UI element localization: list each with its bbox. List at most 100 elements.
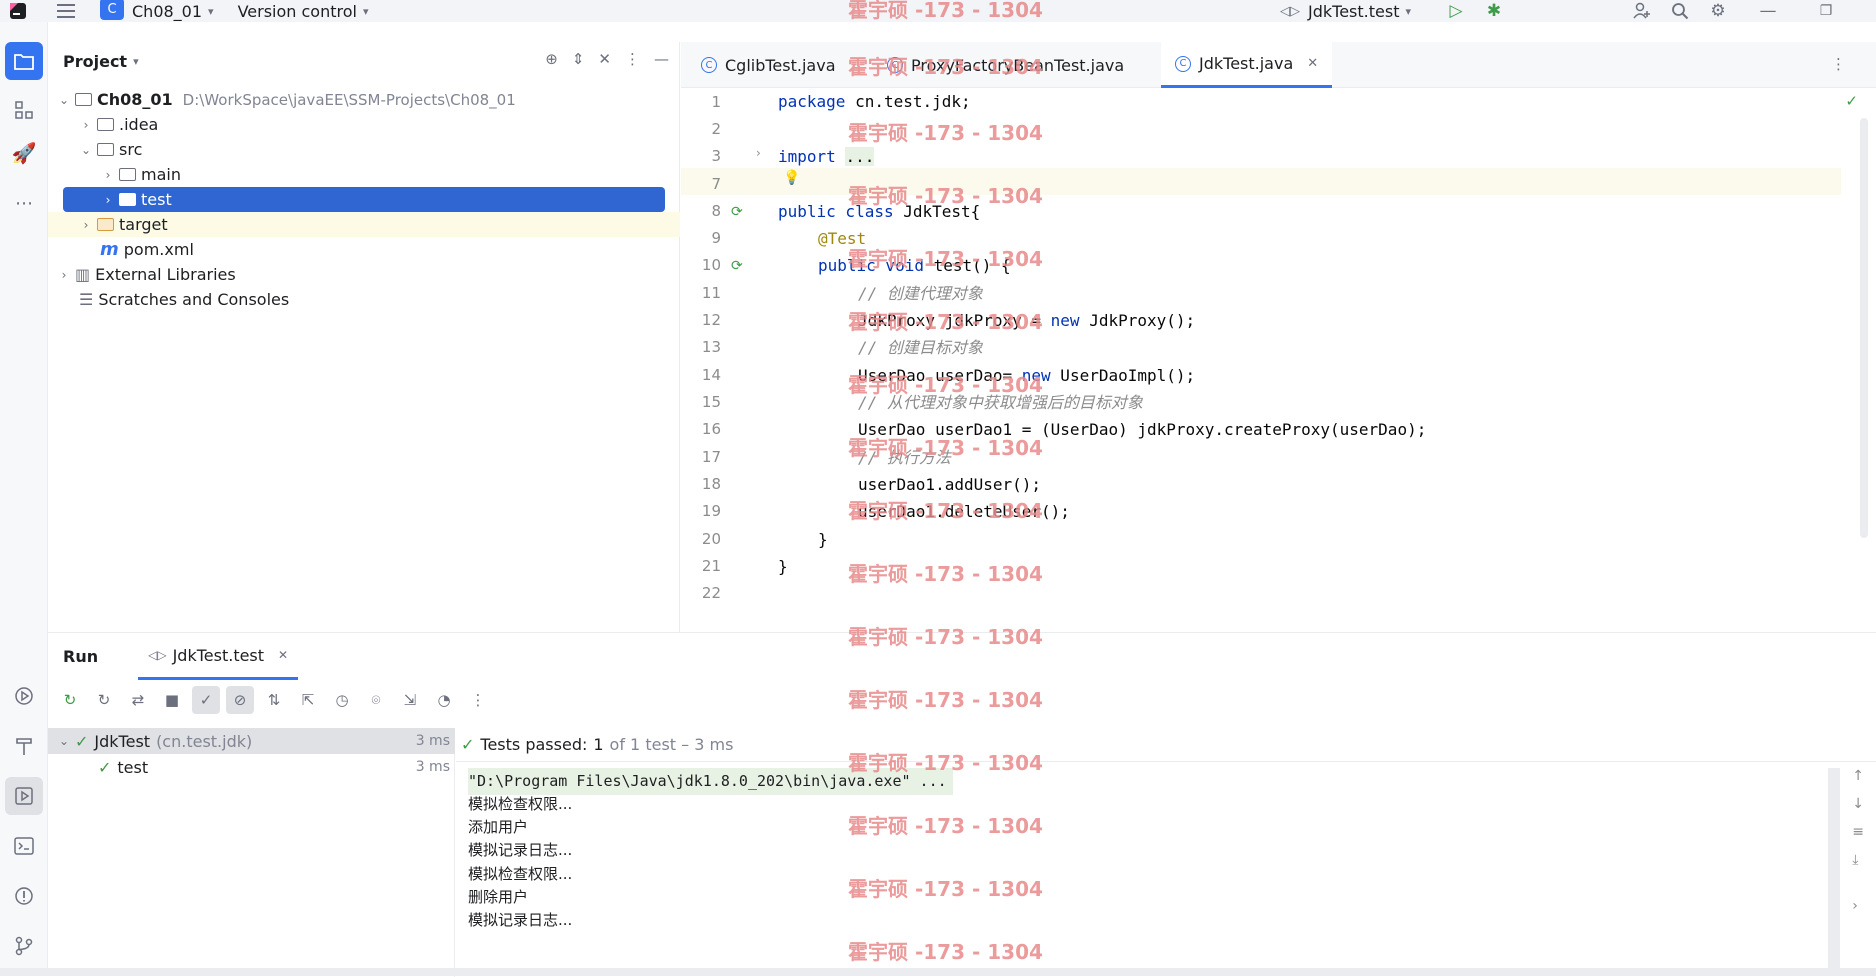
chevron-right-icon[interactable]: › bbox=[97, 168, 119, 182]
rerun-failed-icon[interactable]: ↻ bbox=[90, 686, 118, 714]
jrebel-icon[interactable]: 🚀 bbox=[5, 134, 43, 172]
screenshot-camera-icon[interactable]: ⌾ bbox=[362, 686, 390, 714]
passed-check-icon: ✓ bbox=[98, 757, 112, 777]
show-passed-icon[interactable]: ✓ bbox=[192, 686, 220, 714]
project-tool-folder-icon[interactable] bbox=[5, 42, 43, 80]
module-folder-icon bbox=[75, 93, 92, 106]
history-clock-icon[interactable]: ◷ bbox=[328, 686, 356, 714]
problems-icon[interactable] bbox=[5, 877, 43, 915]
arrow-down-icon[interactable]: ↓ bbox=[1852, 796, 1864, 812]
add-user-icon[interactable] bbox=[1624, 0, 1660, 22]
tree-item-label: test bbox=[141, 190, 172, 209]
test-results-tree: ⌄ ✓ JdkTest (cn.test.jdk) 3 ms ✓ test 3 … bbox=[48, 728, 455, 977]
editor-scrollbar[interactable] bbox=[1860, 118, 1868, 538]
sort-icon[interactable]: ⇅ bbox=[260, 686, 288, 714]
debug-icon[interactable]: ✱ bbox=[1476, 0, 1512, 22]
console-scrollbar[interactable] bbox=[1828, 768, 1840, 973]
chevron-down-icon[interactable]: ⌄ bbox=[53, 93, 75, 107]
collapse-all-icon[interactable]: ✕ bbox=[598, 50, 611, 68]
project-panel-title[interactable]: Project bbox=[63, 52, 127, 71]
scratches-icon: ☰ bbox=[79, 290, 94, 309]
tree-item-scratches[interactable]: ☰ Scratches and Consoles bbox=[48, 287, 680, 312]
restore-window-icon[interactable]: ❐ bbox=[1808, 0, 1844, 22]
tab-jdktest[interactable]: C JdkTest.java ✕ bbox=[1161, 42, 1333, 88]
chevron-right-icon[interactable]: › bbox=[1852, 898, 1864, 914]
options-icon[interactable]: ⋮ bbox=[625, 50, 640, 68]
services-icon[interactable] bbox=[5, 677, 43, 715]
chevron-right-icon[interactable]: › bbox=[75, 118, 97, 132]
tab-cglibtest[interactable]: C CglibTest.java bbox=[693, 42, 844, 88]
stop-icon[interactable]: ■ bbox=[158, 686, 186, 714]
search-icon[interactable] bbox=[1662, 0, 1698, 22]
tab-options-icon[interactable]: ⋮ bbox=[1831, 55, 1846, 73]
run-test-class-icon[interactable]: ⟳ bbox=[731, 204, 749, 222]
tree-item-pom-xml[interactable]: m pom.xml bbox=[48, 237, 680, 262]
code-line-11: // 创建代理对象 bbox=[858, 284, 983, 303]
main-menu-icon[interactable] bbox=[48, 0, 84, 22]
tree-item-label: pom.xml bbox=[123, 240, 194, 259]
rerun-icon[interactable]: ↻ bbox=[56, 686, 84, 714]
import-tests-icon[interactable]: ⇱ bbox=[294, 686, 322, 714]
test-row-test[interactable]: ✓ test 3 ms bbox=[48, 754, 455, 780]
tree-item-target[interactable]: › target bbox=[48, 212, 680, 237]
app-logo-icon[interactable] bbox=[0, 0, 36, 22]
more-options-icon[interactable]: ⋮ bbox=[464, 686, 492, 714]
git-branch-icon[interactable] bbox=[5, 927, 43, 965]
chevron-right-icon[interactable]: › bbox=[53, 268, 75, 282]
no-problems-check-icon[interactable]: ✓ bbox=[1845, 92, 1858, 110]
console-line: 模拟记录日志... bbox=[468, 911, 573, 929]
version-control-menu[interactable]: Version control ▾ bbox=[238, 0, 369, 22]
project-switcher[interactable]: C Ch08_01 ▾ bbox=[100, 0, 214, 22]
tab-proxyfactorybeantest[interactable]: C ProxyFactoryBeanTest.java bbox=[879, 42, 1132, 88]
test-row-jdktest[interactable]: ⌄ ✓ JdkTest (cn.test.jdk) 3 ms bbox=[48, 728, 455, 754]
line-number: 1 bbox=[711, 93, 721, 111]
coverage-icon[interactable]: ◔ bbox=[430, 686, 458, 714]
close-icon[interactable]: ✕ bbox=[1307, 56, 1318, 71]
run-icon[interactable]: ▷ bbox=[1438, 0, 1474, 22]
folder-icon bbox=[119, 193, 136, 206]
code-editor[interactable]: 1 2 3 7 8 9 10 11 12 13 14 15 16 17 18 1… bbox=[681, 88, 1876, 632]
soft-wrap-icon[interactable]: ≡ bbox=[1852, 824, 1864, 840]
structure-icon[interactable] bbox=[5, 91, 43, 129]
hide-panel-icon[interactable]: — bbox=[654, 50, 669, 68]
locate-file-icon[interactable]: ⊕ bbox=[545, 50, 558, 68]
run-config-selector[interactable]: ◁▷ JdkTest.test ▾ bbox=[1280, 0, 1411, 22]
tree-item-ch08-01[interactable]: ⌄ Ch08_01 D:\WorkSpace\javaEE\SSM-Projec… bbox=[48, 87, 680, 112]
terminal-icon[interactable] bbox=[5, 827, 43, 865]
code-line-17: // 执行方法 bbox=[858, 448, 951, 467]
chevron-right-icon[interactable]: › bbox=[75, 218, 97, 232]
expand-all-icon[interactable]: ⇕ bbox=[572, 50, 585, 68]
build-hammer-icon[interactable] bbox=[5, 727, 43, 765]
console-line: 模拟记录日志... bbox=[468, 841, 573, 859]
settings-gear-icon[interactable]: ⚙ bbox=[1700, 0, 1736, 22]
minimize-window-icon[interactable]: — bbox=[1750, 0, 1786, 22]
more-tools-icon[interactable]: ⋯ bbox=[5, 184, 43, 222]
run-tab-jdktest[interactable]: ◁▷ JdkTest.test ✕ bbox=[138, 633, 299, 680]
scroll-to-end-icon[interactable]: ⤓ bbox=[1852, 852, 1864, 868]
console-output[interactable]: ✓ Tests passed: 1 of 1 test – 3 ms "D:\P… bbox=[456, 728, 1876, 977]
toggle-auto-test-icon[interactable]: ⇄ bbox=[124, 686, 152, 714]
code-line-13: // 创建目标对象 bbox=[858, 338, 983, 357]
tree-item-external-libraries[interactable]: › ▥ External Libraries bbox=[48, 262, 680, 287]
tree-item-label: main bbox=[141, 165, 181, 184]
chevron-down-icon[interactable]: ▾ bbox=[133, 55, 139, 68]
chevron-down-icon[interactable]: ⌄ bbox=[75, 143, 97, 157]
code-line-15: // 从代理对象中获取增强后的目标对象 bbox=[858, 393, 1143, 412]
export-icon[interactable]: ⇲ bbox=[396, 686, 424, 714]
run-test-method-icon[interactable]: ⟳ bbox=[731, 258, 749, 276]
chevron-right-icon[interactable]: › bbox=[97, 193, 119, 207]
chevron-down-icon[interactable]: ⌄ bbox=[53, 734, 75, 748]
chevron-down-icon: ▾ bbox=[1405, 4, 1411, 18]
fold-arrow-icon[interactable]: › bbox=[756, 146, 761, 160]
lightbulb-icon[interactable]: 💡 bbox=[783, 170, 800, 186]
tree-item-main[interactable]: › main bbox=[48, 162, 680, 187]
run-tool-icon[interactable] bbox=[5, 777, 43, 815]
code-line-9: @Test bbox=[818, 229, 867, 248]
arrow-up-icon[interactable]: ↑ bbox=[1852, 768, 1864, 784]
tree-item-src[interactable]: ⌄ src bbox=[48, 137, 680, 162]
tree-item-idea[interactable]: › .idea bbox=[48, 112, 680, 137]
show-ignored-icon[interactable]: ⊘ bbox=[226, 686, 254, 714]
tree-item-test[interactable]: › test bbox=[63, 187, 665, 212]
close-icon[interactable]: ✕ bbox=[278, 648, 288, 662]
code-line-1: package cn.test.jdk; bbox=[778, 92, 971, 111]
